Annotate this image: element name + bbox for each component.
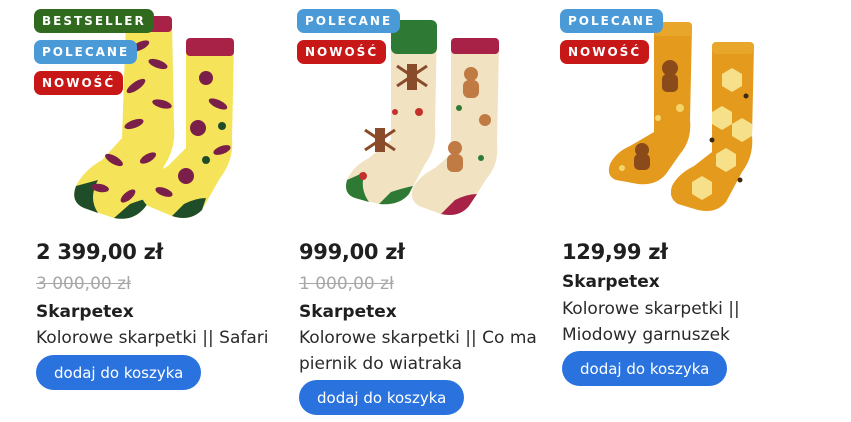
product-brand: Skarpetex bbox=[36, 302, 134, 322]
add-to-cart-button[interactable]: dodaj do koszyka bbox=[562, 351, 728, 386]
badge-list: BESTSELLER POLECANE NOWOŚĆ bbox=[34, 9, 154, 95]
add-to-cart-button[interactable]: dodaj do koszyka bbox=[299, 380, 465, 415]
badge-polecane: POLECANE bbox=[34, 40, 138, 64]
badge-list: POLECANE NOWOŚĆ bbox=[560, 9, 664, 64]
add-to-cart-button[interactable]: dodaj do koszyka bbox=[36, 355, 202, 390]
product-old-price: 3 000,00 zł bbox=[36, 274, 131, 294]
product-card: POLECANE NOWOŚĆ 129,99 zł Skarpetex Kolo… bbox=[560, 0, 814, 422]
product-price: 2 399,00 zł bbox=[36, 240, 163, 264]
product-old-price: 1 000,00 zł bbox=[299, 274, 394, 294]
product-price: 999,00 zł bbox=[299, 240, 405, 264]
product-brand: Skarpetex bbox=[299, 302, 397, 322]
badge-polecane: POLECANE bbox=[560, 9, 664, 33]
product-price: 129,99 zł bbox=[562, 240, 668, 264]
badge-bestseller: BESTSELLER bbox=[34, 9, 154, 33]
badge-nowosc: NOWOŚĆ bbox=[34, 71, 124, 95]
product-brand: Skarpetex bbox=[562, 272, 660, 292]
product-name[interactable]: Kolorowe skarpetki || Miodowy garnuszek bbox=[562, 296, 814, 348]
product-name[interactable]: Kolorowe skarpetki || Safari bbox=[36, 325, 288, 351]
product-name[interactable]: Kolorowe skarpetki || Co ma piernik do w… bbox=[299, 325, 551, 377]
badge-nowosc: NOWOŚĆ bbox=[560, 40, 650, 64]
badge-nowosc: NOWOŚĆ bbox=[297, 40, 387, 64]
product-card: BESTSELLER POLECANE NOWOŚĆ 2 399,00 zł 3… bbox=[34, 0, 288, 422]
badge-polecane: POLECANE bbox=[297, 9, 401, 33]
product-card: POLECANE NOWOŚĆ 999,00 zł 1 000,00 zł Sk… bbox=[297, 0, 551, 422]
badge-list: POLECANE NOWOŚĆ bbox=[297, 9, 401, 64]
